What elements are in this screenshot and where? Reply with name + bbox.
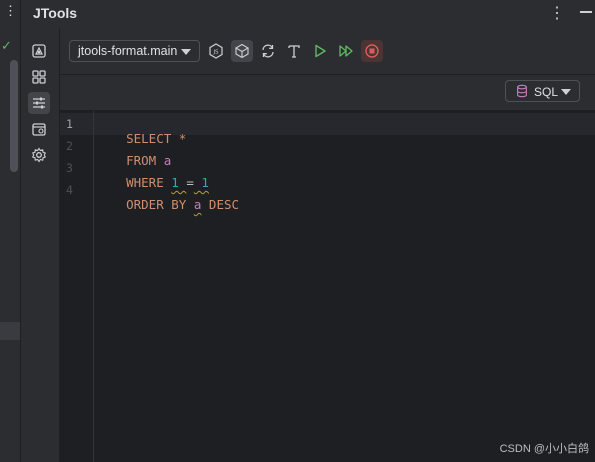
calendar-icon[interactable] — [28, 118, 50, 140]
keyword-token: ORDER BY — [126, 197, 187, 212]
scrollbar-thumb[interactable] — [10, 60, 18, 172]
left-panel-strip: ⋮ ✓ — [0, 0, 21, 462]
gear-icon[interactable] — [28, 144, 50, 166]
run-config-dropdown[interactable]: jtools-format.main — [69, 40, 200, 62]
line-number: 1 — [66, 117, 73, 131]
tool-window-header: JTools ⋮ — [21, 0, 595, 28]
tool-window-title: JTools — [33, 5, 78, 21]
line-number: 4 — [66, 183, 73, 197]
stop-icon[interactable] — [361, 40, 383, 62]
js-icon[interactable]: JS — [205, 40, 227, 62]
selected-row[interactable] — [0, 322, 20, 340]
side-toolbar — [21, 28, 60, 462]
watermark: CSDN @小小白鸽 — [499, 443, 589, 455]
database-icon — [517, 84, 527, 98]
chevron-down-icon — [561, 89, 571, 95]
grid-icon[interactable] — [28, 66, 50, 88]
line-number: 3 — [66, 161, 73, 175]
refresh-icon[interactable] — [257, 40, 279, 62]
run-config-label: jtools-format.main — [78, 44, 178, 58]
plugin-icon[interactable] — [28, 40, 50, 62]
minimize-icon[interactable] — [580, 11, 592, 13]
format-text-icon[interactable] — [283, 40, 305, 62]
code-line: ORDER BY a DESC — [96, 182, 239, 227]
more-vertical-icon[interactable]: ⋮ — [4, 4, 17, 17]
chevron-down-icon — [181, 49, 191, 55]
code-editor[interactable]: 1 2 3 4 SELECT * FROM a WHERE 1 = 1 ORDE… — [60, 111, 595, 462]
checkmark-icon: ✓ — [1, 38, 12, 53]
sliders-icon[interactable] — [28, 92, 50, 114]
run-all-icon[interactable] — [335, 40, 357, 62]
more-vertical-icon[interactable]: ⋮ — [549, 3, 565, 23]
svg-text:JS: JS — [212, 50, 219, 56]
main-toolbar: jtools-format.main JS — [60, 28, 595, 75]
line-number-gutter: 1 2 3 4 — [60, 111, 94, 462]
line-number: 2 — [66, 139, 73, 153]
run-icon[interactable] — [309, 40, 331, 62]
operator-token: * — [178, 131, 187, 146]
keyword-token: DESC — [208, 197, 240, 212]
language-label: SQL — [534, 85, 559, 99]
language-dropdown[interactable]: SQL — [505, 80, 580, 102]
package-icon[interactable] — [231, 40, 253, 62]
editor-header: SQL — [60, 75, 595, 111]
